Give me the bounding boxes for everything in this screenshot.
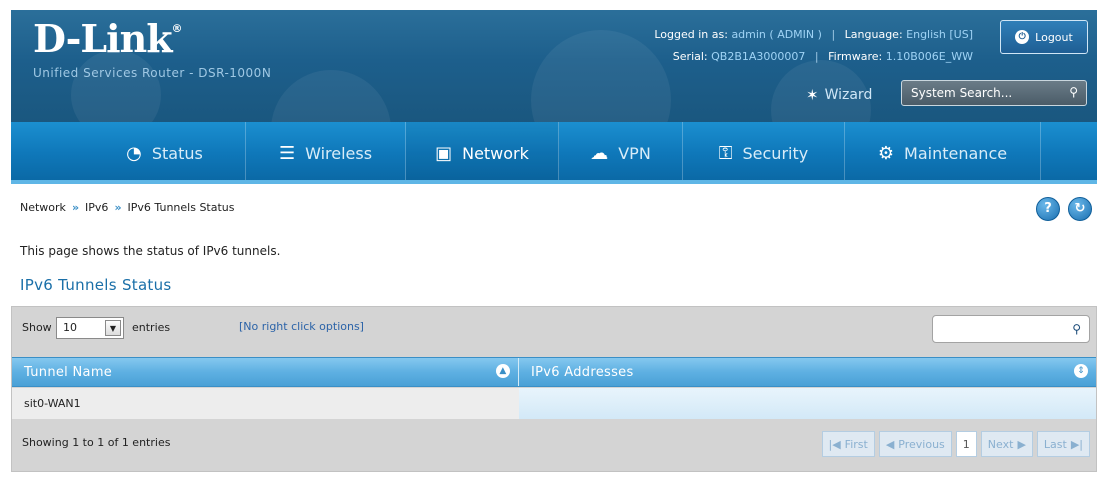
device-info: Serial: QB2B1A3000007 | Firmware: 1.10B0… (672, 50, 973, 63)
firmware-label: Firmware: (828, 50, 883, 63)
cell-tunnel-name: sit0-WAN1 (12, 388, 519, 419)
chevron-right-icon: ▶ (1017, 437, 1026, 451)
entries-label: entries (132, 321, 171, 334)
wifi-icon: ☰ (278, 142, 296, 164)
breadcrumb-separator: » (71, 201, 80, 214)
last-label: Last (1043, 437, 1067, 451)
previous-label: Previous (898, 437, 945, 451)
first-page-button[interactable]: |◀ First (821, 431, 875, 457)
serial-value: QB2B1A3000007 (711, 50, 806, 63)
chevron-left-icon: ◀ (885, 437, 895, 451)
next-label: Next (987, 437, 1014, 451)
header-decoration (271, 70, 391, 122)
login-info: Logged in as: admin ( ADMIN ) | Language… (654, 28, 973, 41)
show-label: Show (22, 321, 52, 334)
table-header: Tunnel Name ▲ IPv6 Addresses ⇕ (12, 357, 1096, 387)
cell-ipv6-addresses (519, 388, 1096, 419)
dlink-logo: D-Link® (33, 16, 183, 61)
language-value[interactable]: English [US] (906, 28, 973, 41)
system-search[interactable]: ⚲ (901, 80, 1087, 106)
nav-item-maintenance[interactable]: ⚙ Maintenance (845, 122, 1041, 184)
product-name: Unified Services Router - DSR-1000N (33, 66, 272, 80)
nav-item-label: VPN (618, 143, 651, 163)
logout-label: Logout (1035, 30, 1073, 44)
logout-button[interactable]: ⏻ Logout (1000, 20, 1088, 54)
table-info: Showing 1 to 1 of 1 entries (22, 436, 171, 449)
nav-item-label: Network (462, 143, 529, 163)
tunnels-table-panel: Show 10 ▼ entries [No right click option… (11, 306, 1097, 472)
logged-in-label: Logged in as: (654, 28, 728, 41)
nav-item-network[interactable]: ▣ Network (406, 122, 559, 184)
help-icon[interactable]: ? (1036, 197, 1060, 221)
breadcrumb-current: IPv6 Tunnels Status (127, 201, 235, 214)
gears-icon: ⚙ (877, 142, 895, 164)
no-right-click-note: [No right click options] (239, 320, 364, 333)
table-controls: Show 10 ▼ entries [No right click option… (12, 307, 1096, 351)
page-number-button[interactable]: 1 (955, 431, 977, 457)
entries-value: 10 (63, 321, 77, 334)
column-label: Tunnel Name (24, 364, 113, 380)
sort-asc-icon[interactable]: ▲ (496, 364, 510, 378)
first-label: First (844, 437, 868, 451)
nav-item-label: Maintenance (904, 143, 1008, 163)
system-search-input[interactable] (911, 86, 1051, 100)
breadcrumb-item[interactable]: IPv6 (85, 201, 108, 214)
page-description: This page shows the status of IPv6 tunne… (20, 244, 281, 258)
nav-item-status[interactable]: ◔ Status (84, 122, 246, 184)
search-icon[interactable]: ⚲ (1069, 85, 1078, 99)
column-header-ipv6-addresses[interactable]: IPv6 Addresses ⇕ (519, 358, 1096, 386)
main-nav: ◔ Status ☰ Wireless ▣ Network ☁ VPN ⚿ Se… (11, 122, 1097, 184)
first-icon: |◀ (828, 437, 841, 451)
nav-item-label: Wireless (305, 143, 373, 163)
previous-page-button[interactable]: ◀ Previous (878, 431, 952, 457)
sort-both-icon[interactable]: ⇕ (1074, 364, 1088, 378)
gauge-icon: ◔ (126, 142, 142, 164)
app-header: D-Link® Unified Services Router - DSR-10… (11, 10, 1097, 122)
breadcrumb-separator: » (114, 201, 122, 214)
pagination: |◀ First ◀ Previous 1 Next ▶ Last ▶| (821, 431, 1090, 457)
entries-per-page-select[interactable]: 10 ▼ (56, 317, 124, 339)
wizard-label: Wizard (824, 87, 873, 103)
refresh-icon[interactable]: ↻ (1068, 197, 1092, 221)
nav-item-wireless[interactable]: ☰ Wireless (246, 122, 406, 184)
nav-item-label: Security (742, 143, 809, 163)
monitor-icon: ▣ (435, 142, 453, 164)
firmware-value: 1.10B006E_WW (885, 50, 973, 63)
language-label: Language: (844, 28, 903, 41)
serial-label: Serial: (672, 50, 708, 63)
last-icon: ▶| (1070, 437, 1083, 451)
header-decoration (531, 30, 671, 122)
cloud-lock-icon: ☁ (590, 142, 609, 164)
next-page-button[interactable]: Next ▶ (980, 431, 1033, 457)
table-search-input[interactable]: ⚲ (932, 315, 1090, 343)
wizard-link[interactable]: ✶ Wizard (806, 86, 872, 104)
breadcrumb-item[interactable]: Network (20, 201, 66, 214)
last-page-button[interactable]: Last ▶| (1036, 431, 1090, 457)
column-label: IPv6 Addresses (531, 364, 634, 380)
chevron-down-icon[interactable]: ▼ (105, 320, 121, 336)
column-header-tunnel-name[interactable]: Tunnel Name ▲ (12, 358, 519, 386)
breadcrumb: Network » IPv6 » IPv6 Tunnels Status (20, 201, 235, 214)
table-row[interactable]: sit0-WAN1 (12, 388, 1096, 419)
section-title: IPv6 Tunnels Status (20, 276, 172, 294)
wand-icon: ✶ (806, 86, 819, 104)
lock-icon: ⚿ (718, 142, 733, 164)
nav-item-label: Status (151, 143, 203, 163)
search-icon[interactable]: ⚲ (1072, 322, 1081, 336)
nav-item-vpn[interactable]: ☁ VPN (559, 122, 683, 184)
nav-item-security[interactable]: ⚿ Security (683, 122, 845, 184)
power-icon: ⏻ (1015, 30, 1030, 44)
logged-in-user: admin ( ADMIN ) (731, 28, 822, 41)
